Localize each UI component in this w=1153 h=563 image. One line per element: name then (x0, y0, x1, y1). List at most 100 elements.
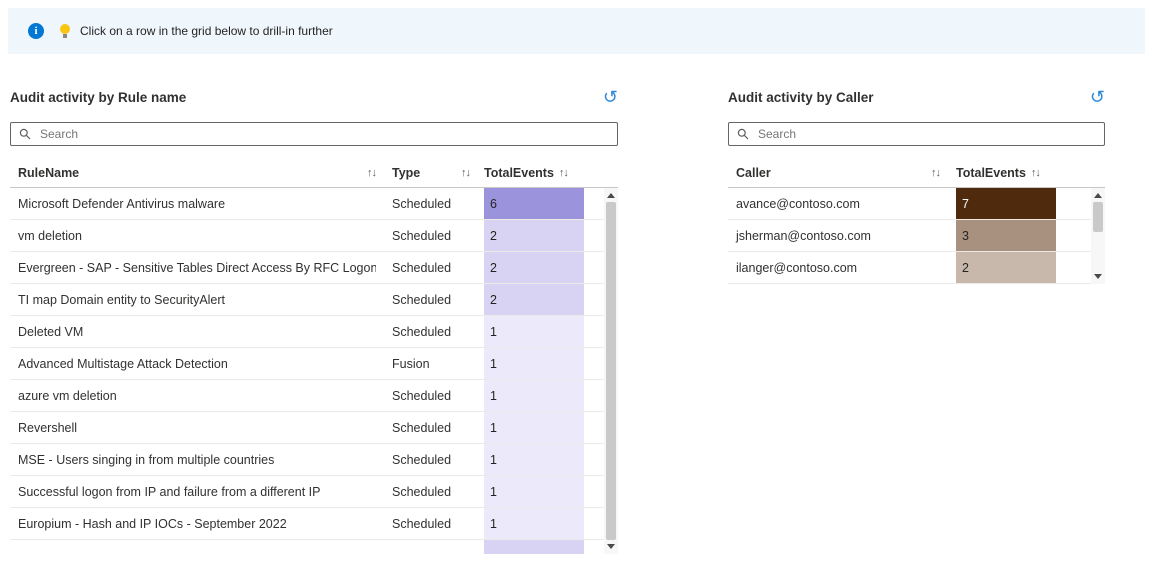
table-row[interactable]: Successful logon from IP and failure fro… (10, 476, 618, 508)
lightbulb-glass (60, 24, 70, 34)
total-events-cell: 3 (956, 220, 1056, 251)
rule-type-cell: Fusion (392, 357, 470, 371)
value-heat-bar: 3 (956, 220, 1056, 251)
sort-icon[interactable]: ↑↓ (559, 167, 568, 179)
rules-panel-title: Audit activity by Rule name (10, 90, 186, 105)
column-header-type[interactable]: Type ↑↓ (392, 166, 470, 180)
column-header-totalevents[interactable]: TotalEvents ↑↓ (956, 166, 1056, 180)
table-row[interactable]: Microsoft Defender Antivirus malwareSche… (10, 188, 618, 220)
table-row[interactable]: TI map Domain entity to SecurityAlertSch… (10, 284, 618, 316)
sort-icon[interactable]: ↑↓ (931, 167, 940, 179)
table-row[interactable]: ilanger@contoso.com2 (728, 252, 1105, 284)
total-events-cell (484, 540, 584, 554)
value-heat-bar: 1 (484, 508, 584, 539)
rule-type-cell: Scheduled (392, 229, 470, 243)
total-events-cell: 1 (484, 316, 584, 347)
rule-type-cell: Scheduled (392, 325, 470, 339)
total-events-cell: 1 (484, 476, 584, 507)
column-label-rulename: RuleName (18, 166, 79, 180)
rule-type-cell: Scheduled (392, 389, 470, 403)
total-events-cell: 6 (484, 188, 584, 219)
reset-icon[interactable]: ↺ (603, 88, 618, 106)
table-row[interactable]: MSE - Users singing in from multiple cou… (10, 444, 618, 476)
caller-cell: ilanger@contoso.com (728, 261, 940, 275)
rule-type-cell: Scheduled (392, 485, 470, 499)
rule-type-cell: Scheduled (392, 197, 470, 211)
table-row[interactable]: vm deletion Scheduled 2 (10, 220, 618, 252)
rules-search-box[interactable] (10, 122, 618, 146)
value-heat-bar: 1 (484, 316, 584, 347)
sort-icon[interactable]: ↑↓ (367, 167, 376, 179)
callers-search-box[interactable] (728, 122, 1105, 146)
caller-cell: avance@contoso.com (728, 197, 940, 211)
column-label-type: Type (392, 166, 420, 180)
callers-grid-header: Caller ↑↓ TotalEvents ↑↓ (728, 158, 1105, 188)
total-events-cell: 1 (484, 444, 584, 475)
table-row[interactable]: RevershellScheduled1 (10, 412, 618, 444)
scroll-down-arrow[interactable] (607, 544, 615, 549)
scroll-down-arrow[interactable] (1094, 274, 1102, 279)
rules-grid: RuleName ↑↓ Type ↑↓ TotalEvents ↑↓ Micro… (10, 158, 618, 554)
column-label-totalevents: TotalEvents (484, 166, 554, 180)
column-header-totalevents[interactable]: TotalEvents ↑↓ (484, 166, 584, 180)
value-heat-bar: 2 (484, 220, 584, 251)
rules-grid-body: Microsoft Defender Antivirus malwareSche… (10, 188, 618, 554)
value-heat-bar: 7 (956, 188, 1056, 219)
total-events-cell: 1 (484, 412, 584, 443)
table-row[interactable]: avance@contoso.com 7 (728, 188, 1105, 220)
total-events-cell: 2 (484, 220, 584, 251)
table-row[interactable] (10, 540, 618, 554)
rule-name-cell: Successful logon from IP and failure fro… (10, 485, 376, 499)
search-icon (19, 128, 31, 140)
total-events-cell: 1 (484, 348, 584, 379)
rules-panel-header: Audit activity by Rule name ↺ (10, 86, 618, 108)
scrollbar-thumb[interactable] (1093, 202, 1103, 232)
search-icon (737, 128, 749, 140)
scroll-up-arrow[interactable] (1094, 193, 1102, 198)
caller-cell: jsherman@contoso.com (728, 229, 940, 243)
rules-scrollbar[interactable] (604, 188, 618, 554)
rules-panel: Audit activity by Rule name ↺ RuleName ↑… (10, 86, 618, 554)
rule-type-cell: Scheduled (392, 293, 470, 307)
value-heat-bar: 2 (484, 284, 584, 315)
callers-grid-body: avance@contoso.com 7 jsherman@contoso.com 3… (728, 188, 1105, 284)
callers-panel-header: Audit activity by Caller ↺ (728, 86, 1105, 108)
info-icon: i (28, 23, 44, 39)
table-row[interactable]: jsherman@contoso.com 3 (728, 220, 1105, 252)
value-heat-bar: 1 (484, 476, 584, 507)
banner-text: Click on a row in the grid below to dril… (80, 24, 333, 38)
table-row[interactable]: Evergreen - SAP - Sensitive Tables Direc… (10, 252, 618, 284)
rules-grid-header: RuleName ↑↓ Type ↑↓ TotalEvents ↑↓ (10, 158, 618, 188)
rule-type-cell: Scheduled (392, 517, 470, 531)
total-events-cell: 1 (484, 380, 584, 411)
reset-icon[interactable]: ↺ (1090, 88, 1105, 106)
callers-search-input[interactable] (756, 126, 1096, 142)
rule-type-cell: Scheduled (392, 261, 470, 275)
callers-scrollbar[interactable] (1091, 188, 1105, 284)
table-row[interactable]: Deleted VMScheduled1 (10, 316, 618, 348)
callers-grid: Caller ↑↓ TotalEvents ↑↓ avance@contoso.… (728, 158, 1105, 284)
rule-type-cell: Scheduled (392, 453, 470, 467)
table-row[interactable]: azure vm deletionScheduled1 (10, 380, 618, 412)
table-row[interactable]: Europium - Hash and IP IOCs - September … (10, 508, 618, 540)
rule-name-cell: Europium - Hash and IP IOCs - September … (10, 517, 376, 531)
info-banner: i Click on a row in the grid below to dr… (8, 8, 1145, 54)
value-heat-bar: 1 (484, 380, 584, 411)
sort-icon[interactable]: ↑↓ (461, 167, 470, 179)
table-row[interactable]: Advanced Multistage Attack DetectionFusi… (10, 348, 618, 380)
scrollbar-thumb[interactable] (606, 202, 616, 540)
value-heat-bar: 1 (484, 412, 584, 443)
rule-type-cell: Scheduled (392, 421, 470, 435)
rule-name-cell: vm deletion (10, 229, 376, 243)
column-label-caller: Caller (736, 166, 771, 180)
scroll-up-arrow[interactable] (607, 193, 615, 198)
value-heat-bar: 6 (484, 188, 584, 219)
column-header-rulename[interactable]: RuleName ↑↓ (10, 166, 376, 180)
total-events-cell: 1 (484, 508, 584, 539)
column-label-totalevents: TotalEvents (956, 166, 1026, 180)
total-events-cell: 7 (956, 188, 1056, 219)
rules-search-input[interactable] (38, 126, 609, 142)
column-header-caller[interactable]: Caller ↑↓ (728, 166, 940, 180)
total-events-cell: 2 (484, 252, 584, 283)
sort-icon[interactable]: ↑↓ (1031, 167, 1040, 179)
